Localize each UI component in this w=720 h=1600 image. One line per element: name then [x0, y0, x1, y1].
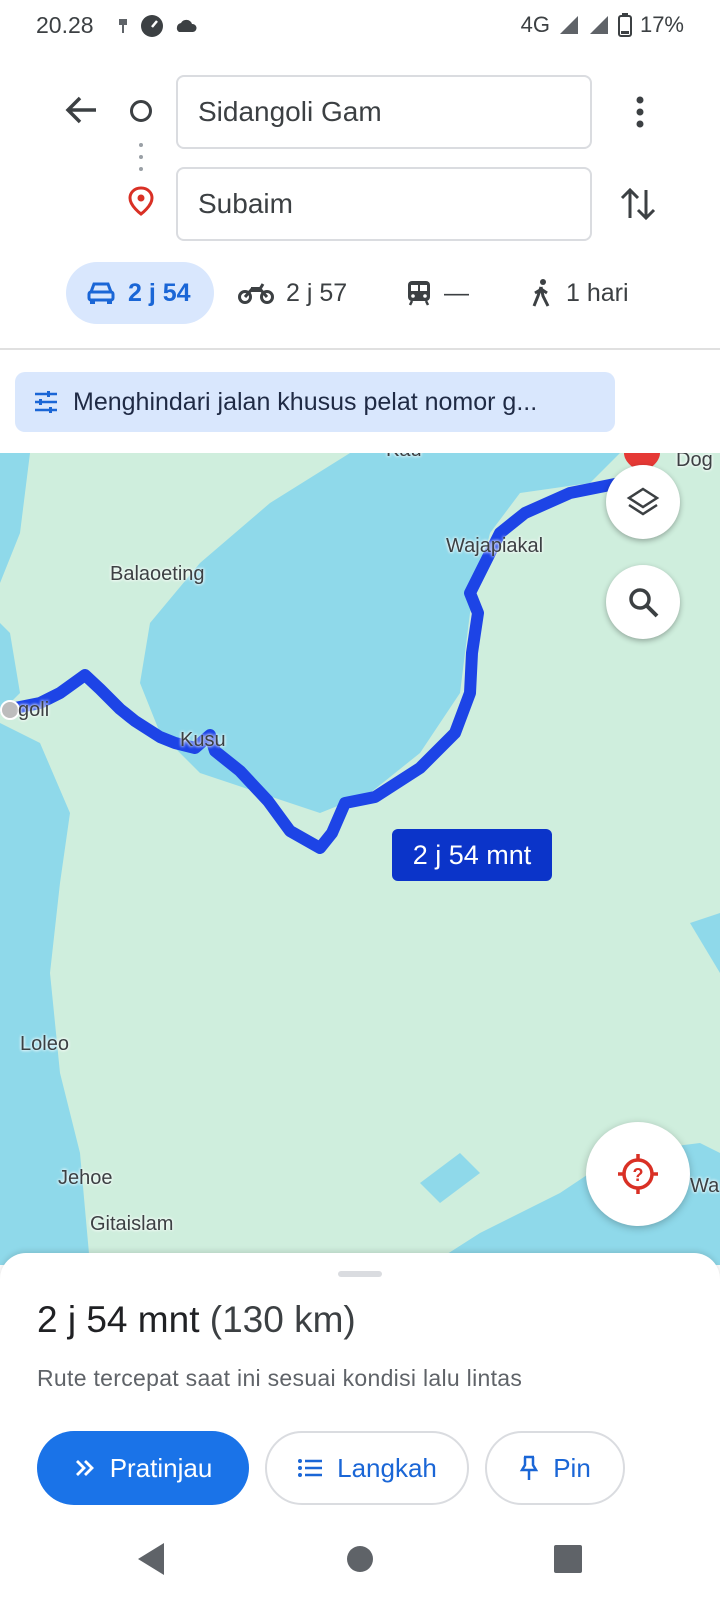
route-description: Rute tercepat saat ini sesuai kondisi la…: [37, 1365, 523, 1391]
route-summary: 2 j 54 mnt (130 km): [37, 1299, 356, 1341]
origin-field[interactable]: Sidangoli Gam: [176, 75, 592, 149]
nav-back-icon[interactable]: [130, 1537, 174, 1581]
preview-button[interactable]: Pratinjau: [37, 1431, 249, 1505]
place-dog: Dog: [676, 453, 713, 471]
swap-vert-icon: [620, 187, 656, 221]
layers-icon: [626, 487, 660, 516]
back-button[interactable]: [58, 86, 106, 134]
walk-icon: [532, 279, 550, 307]
place-wa: Wa: [690, 1175, 720, 1197]
pin-label: Pin: [553, 1452, 591, 1483]
cloud-icon: [176, 19, 197, 32]
tab-walking[interactable]: 1 hari: [530, 262, 629, 324]
destination-pin-icon: [128, 186, 154, 216]
route-duration: 2 j 54 mnt: [37, 1299, 200, 1340]
route-bottom-sheet[interactable]: 2 j 54 mnt (130 km) Rute tercepat saat i…: [0, 1253, 720, 1517]
more-vert-icon: [636, 96, 644, 128]
network-type: 4G: [520, 12, 550, 37]
place-jehoe: Jehoe: [58, 1167, 113, 1189]
svg-text:?: ?: [633, 1165, 644, 1185]
transit-icon: [408, 281, 430, 306]
place-kau: Kau: [386, 453, 422, 462]
origin-text: Sidangoli Gam: [198, 96, 382, 127]
location-unknown-icon: ?: [618, 1154, 658, 1194]
status-time: 20.28: [36, 12, 94, 38]
more-options-button[interactable]: [622, 88, 658, 136]
status-bar: 20.28 4G 17%: [0, 0, 720, 56]
map-view[interactable]: Kau Dog Wajapiakal Balaoeting goli Kusu …: [0, 453, 720, 1265]
travel-mode-tabs: 2 j 54 2 j 57 — 1 hari: [0, 262, 720, 326]
place-loleo: Loleo: [20, 1033, 69, 1055]
motorcycle-icon: [238, 283, 274, 304]
tune-icon: [35, 391, 57, 413]
steps-button[interactable]: Langkah: [265, 1431, 469, 1505]
tab-walking-label: 1 hari: [566, 278, 629, 307]
list-icon: [298, 1459, 323, 1477]
drag-handle[interactable]: [338, 1271, 382, 1277]
nav-recents-icon[interactable]: [546, 1537, 590, 1581]
search-icon: [629, 588, 659, 618]
arrow-back-icon: [65, 96, 96, 124]
system-status: 4G 17%: [521, 12, 684, 38]
system-nav-bar: [0, 1517, 720, 1600]
route-options-label: Menghindari jalan khusus pelat nomor g..…: [73, 387, 538, 416]
destination-text: Subaim: [198, 188, 293, 219]
tab-transit-label: —: [444, 278, 469, 307]
origin-circle-icon: [130, 100, 152, 122]
double-chevron-icon: [75, 1460, 94, 1476]
route-distance: (130 km): [209, 1299, 356, 1340]
header-divider: [0, 348, 720, 350]
notification-icons: [116, 14, 198, 38]
preview-label: Pratinjau: [109, 1452, 213, 1483]
place-balaoeting: Balaoeting: [110, 563, 205, 585]
tab-transit[interactable]: —: [406, 262, 469, 324]
route-options-chip[interactable]: Menghindari jalan khusus pelat nomor g..…: [15, 372, 615, 432]
tab-motorcycle[interactable]: 2 j 57: [238, 262, 347, 324]
route-duration-label[interactable]: 2 j 54 mnt: [392, 829, 552, 881]
car-icon: [87, 282, 115, 304]
place-wajapiakal: Wajapiakal: [446, 535, 544, 557]
destination-field[interactable]: Subaim: [176, 167, 592, 241]
signal-icon-2: [589, 16, 608, 34]
usb-icon: [119, 19, 127, 33]
tab-motorcycle-label: 2 j 57: [286, 278, 348, 307]
steps-label: Langkah: [337, 1452, 437, 1483]
tab-driving-label: 2 j 54: [128, 278, 191, 307]
battery-level: 17%: [639, 12, 684, 37]
place-gitaislam: Gitaislam: [90, 1213, 174, 1235]
my-location-button[interactable]: ?: [586, 1122, 690, 1226]
layers-button[interactable]: [606, 465, 680, 539]
speedometer-icon: [141, 15, 163, 37]
battery-icon: [617, 13, 632, 37]
pin-button[interactable]: Pin: [485, 1431, 625, 1505]
place-kusu: Kusu: [180, 729, 226, 751]
search-along-route-button[interactable]: [606, 565, 680, 639]
route-dots-icon: [139, 143, 143, 171]
signal-icon: [559, 16, 578, 34]
place-goli: goli: [18, 699, 50, 721]
swap-button[interactable]: [616, 180, 660, 228]
nav-home-icon[interactable]: [338, 1537, 382, 1581]
tab-driving[interactable]: 2 j 54: [66, 262, 214, 324]
pin-icon: [519, 1455, 539, 1480]
